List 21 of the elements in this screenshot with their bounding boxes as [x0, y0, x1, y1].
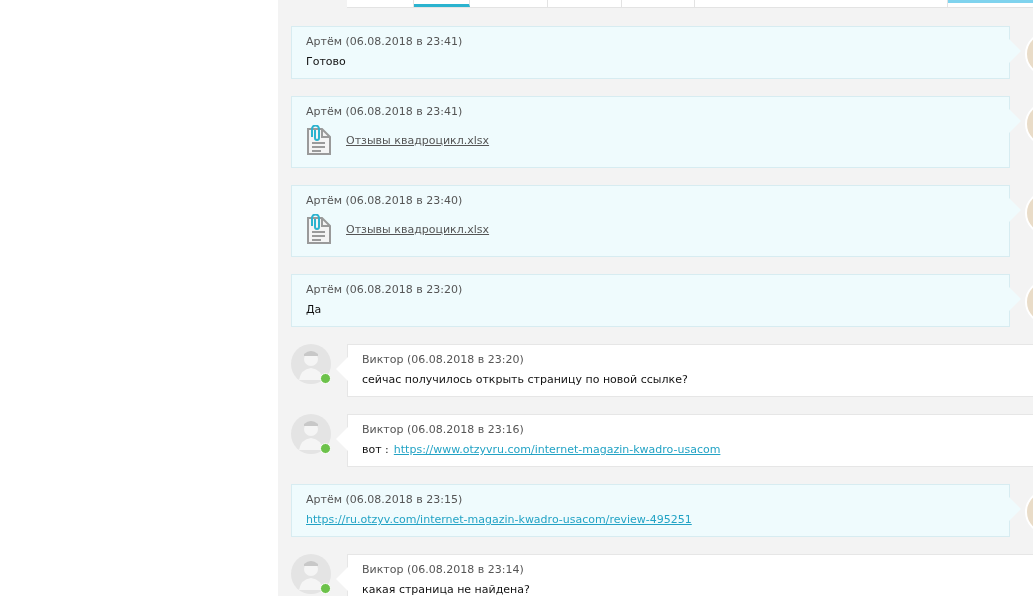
message-text: Да [306, 303, 323, 317]
message-header: Виктор (06.08.2018 в 23:20) [362, 353, 524, 366]
tab[interactable] [414, 0, 470, 7]
file-link[interactable]: Отзывы квадроцикл.xlsx [346, 223, 490, 236]
message-text: сейчас получилось открыть страницу по новой ссылке? [362, 373, 689, 387]
message-header: Виктор (06.08.2018 в 23:16) [362, 423, 524, 436]
message-header: Артём (06.08.2018 в 23:41) [306, 105, 463, 118]
message-header: Виктор (06.08.2018 в 23:14) [362, 563, 524, 576]
message-header: Артём (06.08.2018 в 23:15) [306, 493, 463, 506]
file-icon [306, 214, 332, 245]
message-header: Артём (06.08.2018 в 23:41) [306, 35, 463, 48]
message-text: Готово [306, 55, 347, 69]
file-link[interactable]: Отзывы квадроцикл.xlsx [346, 134, 490, 147]
message-text: какая страница не найдена? [362, 583, 531, 596]
message-header: Артём (06.08.2018 в 23:20) [306, 283, 463, 296]
header-button[interactable] [948, 0, 1033, 3]
message-header: Артём (06.08.2018 в 23:40) [306, 194, 463, 207]
avatar [291, 414, 331, 454]
avatar [291, 344, 331, 384]
file-icon [306, 125, 332, 156]
message-text: вот : [362, 443, 389, 457]
